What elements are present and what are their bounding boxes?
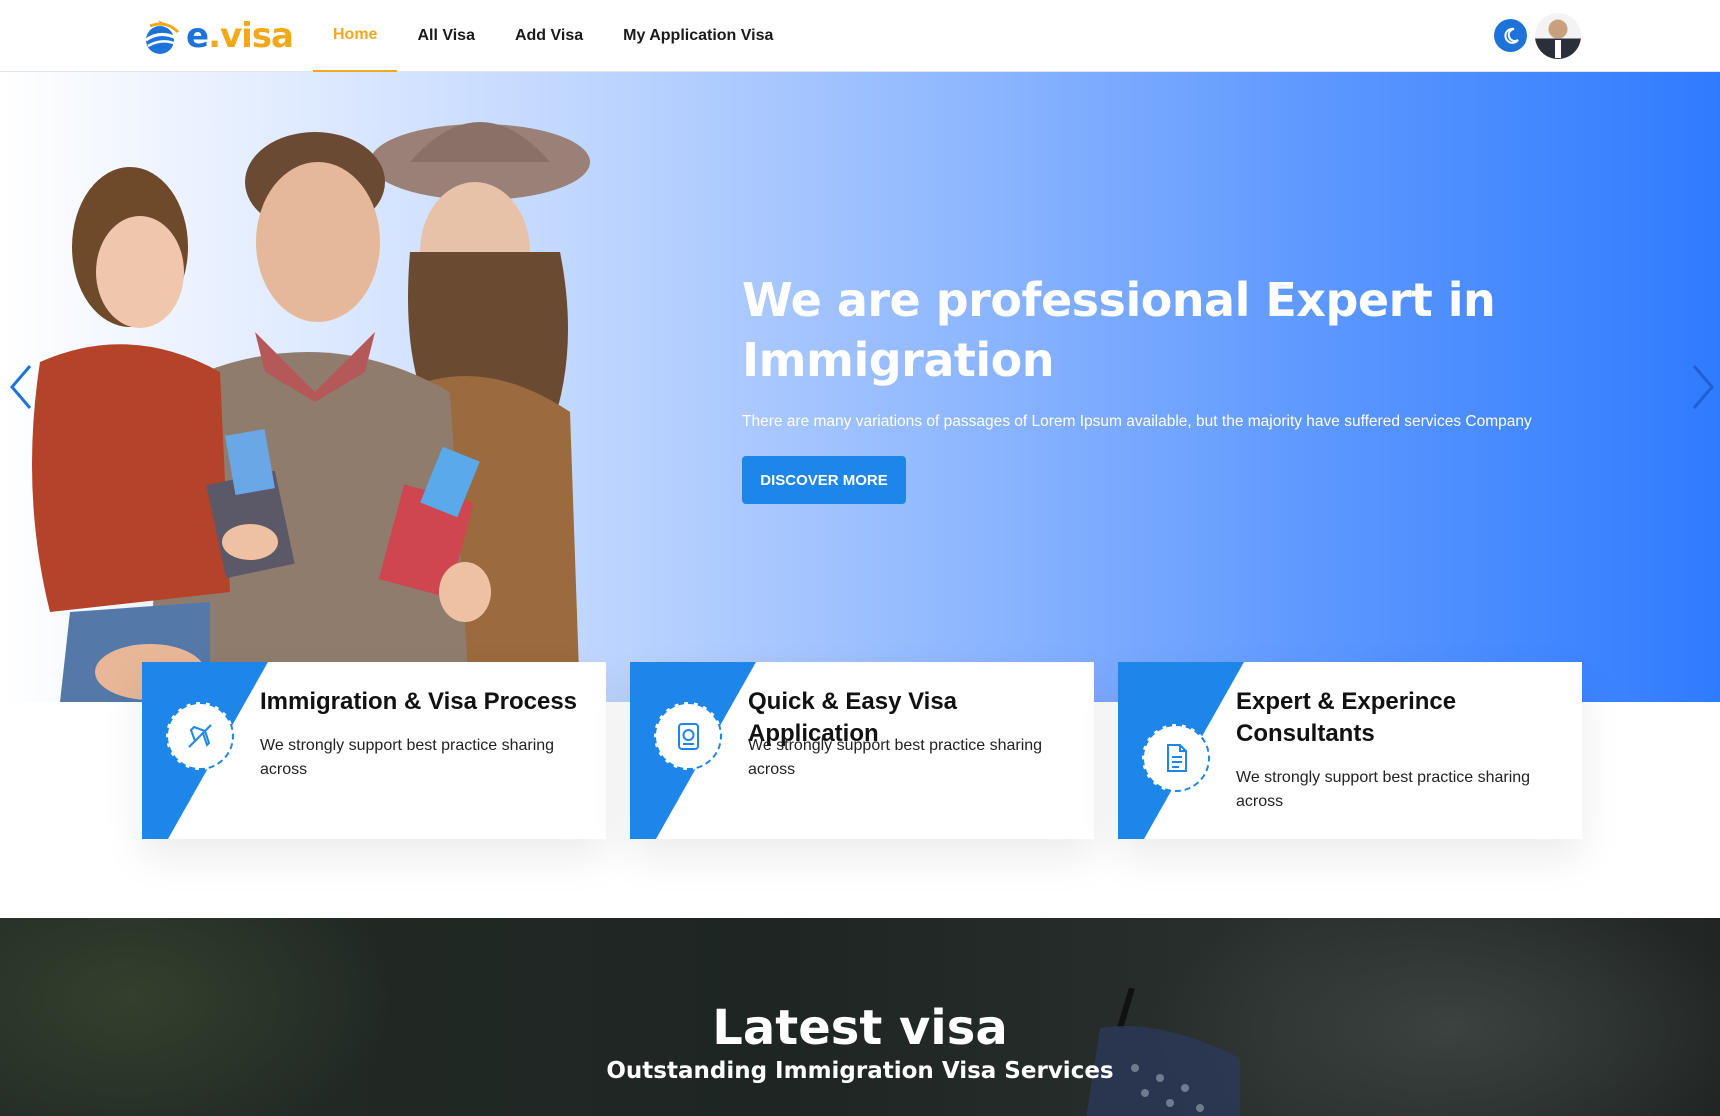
passport-icon [654,702,722,770]
latest-visa-subtitle: Outstanding Immigration Visa Services [606,1058,1114,1084]
feature-title: Immigration & Visa Process [260,688,578,715]
feature-text: We strongly support best practice sharin… [260,737,555,778]
user-avatar[interactable] [1535,13,1581,59]
feature-card-immigration[interactable]: Immigration & Visa Process We strongly s… [142,662,606,839]
chevron-left-icon[interactable] [6,362,36,412]
logo-wordmark: e.visa [186,16,294,56]
latest-visa-title: Latest visa [712,1000,1008,1056]
hero-banner: We are professional Expert in Immigratio… [0,72,1720,702]
latest-visa-section: Latest visa Outstanding Immigration Visa… [0,918,1720,1116]
airplane-icon [166,702,234,770]
family-passport-photo [32,122,590,702]
nav-home[interactable]: Home [313,0,398,72]
hero-title: We are professional Expert in Immigratio… [742,273,1496,387]
hero-subtitle: There are many variations of passages of… [742,413,1532,430]
globe-logo-icon [145,20,180,54]
discover-more-button[interactable]: DISCOVER MORE [742,456,906,504]
site-logo[interactable]: e.visa [142,14,294,58]
feature-card-expert[interactable]: Expert & Experince Consultants We strong… [1118,662,1582,839]
chevron-right-icon[interactable] [1688,362,1718,412]
nav-add-visa[interactable]: Add Visa [495,0,603,72]
document-icon [1142,724,1210,792]
nav-my-application-visa[interactable]: My Application Visa [603,0,793,72]
feature-card-quick-easy[interactable]: Quick & Easy Visa Application We strongl… [630,662,1094,839]
feature-title: Expert & Experince Consultants [1236,688,1457,747]
theme-toggle-button[interactable] [1494,19,1527,52]
moon-icon [1503,27,1519,44]
main-nav: Home All Visa Add Visa My Application Vi… [313,0,793,72]
feature-text: We strongly support best practice sharin… [748,737,1043,778]
avatar-shirt [1555,40,1561,58]
nav-all-visa[interactable]: All Visa [397,0,495,72]
top-navbar: e.visa Home All Visa Add Visa My Applica… [0,0,1720,72]
feature-text: We strongly support best practice sharin… [1236,769,1531,810]
